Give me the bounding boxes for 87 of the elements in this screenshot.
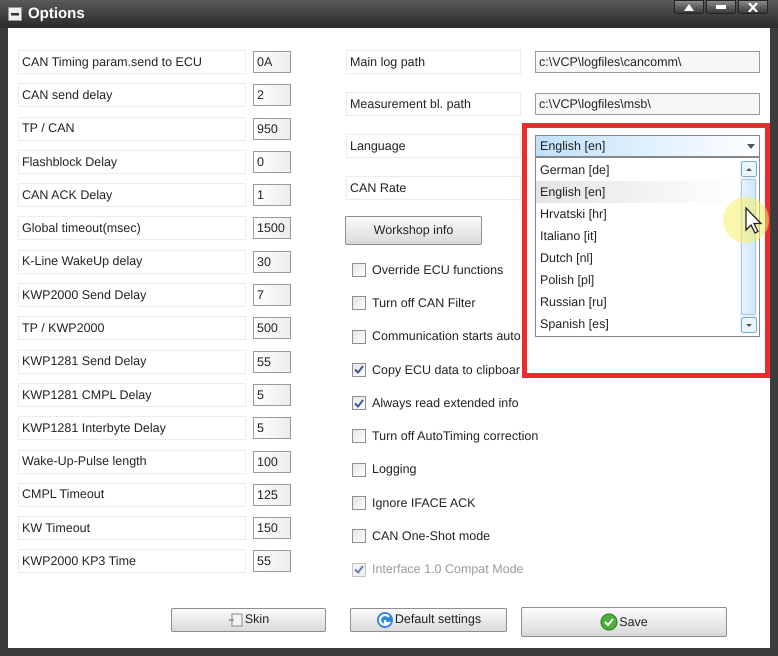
checkbox-label: Communication starts auto	[372, 328, 521, 346]
window-menu-icon[interactable]	[8, 7, 22, 21]
skin-button[interactable]: Skin	[171, 608, 326, 632]
field-label: Main log path	[346, 50, 521, 74]
field-label: Language	[346, 134, 521, 158]
field-label: CAN Timing param.send to ECU	[18, 50, 246, 74]
checkbox-label: Interface 1.0 Compat Mode	[372, 561, 524, 578]
checkbox-label: Override ECU functions	[372, 262, 504, 279]
minimize-icon	[716, 5, 726, 9]
dropdown-option[interactable]: Italiano [it]	[536, 225, 740, 247]
checkbox[interactable]	[352, 330, 366, 344]
checkbox[interactable]	[352, 529, 366, 544]
caret-icon	[747, 144, 755, 148]
checkmark-icon	[354, 365, 364, 374]
number-field[interactable]: 1500	[253, 217, 291, 240]
number-field[interactable]: 55	[253, 550, 291, 572]
minimize-button[interactable]	[706, 0, 736, 14]
field-label: Wake-Up-Pulse length	[18, 450, 246, 474]
number-field[interactable]: 150	[253, 517, 291, 540]
dropdown-option[interactable]: Polish [pl]	[536, 269, 740, 291]
workshop-info-button[interactable]: Workshop info	[345, 216, 482, 245]
window-title: Options	[28, 4, 85, 24]
number-field[interactable]: 1	[253, 184, 291, 206]
checkbox[interactable]	[352, 462, 366, 477]
number-field[interactable]: 7	[253, 284, 291, 306]
number-field[interactable]: 500	[253, 317, 291, 340]
close-icon	[748, 2, 758, 12]
checkmark-icon	[600, 613, 618, 631]
number-field[interactable]: 950	[253, 118, 291, 140]
checkbox-label: Copy ECU data to clipboar	[372, 362, 520, 379]
number-field[interactable]: 30	[253, 250, 291, 273]
checkbox-label: Turn off CAN Filter	[372, 294, 476, 312]
field-label: TP / CAN	[18, 116, 246, 141]
dropdown-option[interactable]: German [de]	[536, 159, 740, 181]
field-label: KW Timeout	[18, 516, 246, 540]
default-settings-button[interactable]: Default settings	[350, 608, 507, 632]
close-button[interactable]	[738, 0, 768, 14]
field-label: Measurement bl. path	[346, 92, 521, 116]
dropdown-option[interactable]: Russian [ru]	[536, 291, 740, 313]
dropdown-option[interactable]: Dutch [nl]	[536, 247, 740, 269]
checkbox[interactable]	[352, 396, 366, 410]
checkbox-label: Logging	[372, 461, 416, 478]
triangle-up-icon	[684, 4, 694, 10]
field-label: KWP2000 KP3 Time	[18, 549, 246, 574]
number-field[interactable]: 100	[253, 450, 291, 473]
checkbox-label: Ignore IFACE ACK	[372, 494, 476, 512]
refresh-icon	[376, 610, 394, 628]
language-dropdown[interactable]: English [en]	[535, 135, 760, 157]
field-label: K-Line WakeUp delay	[18, 250, 246, 274]
path-field[interactable]: c:\VCP\logfiles\cancomm\	[535, 51, 760, 73]
checkbox[interactable]	[352, 296, 366, 310]
field-label: CMPL Timeout	[18, 482, 246, 507]
checkbox[interactable]	[352, 496, 366, 510]
field-label: KWP1281 CMPL Delay	[18, 382, 246, 407]
field-label: KWP1281 Interbyte Delay	[18, 416, 246, 440]
checkmark-icon	[354, 565, 364, 574]
path-field[interactable]: c:\VCP\logfiles\msb\	[535, 93, 760, 115]
field-label: KWP1281 Send Delay	[18, 350, 246, 374]
scroll-up-icon[interactable]	[740, 161, 756, 177]
save-button[interactable]: Save	[521, 607, 727, 637]
checkbox-label: Always read extended info	[372, 394, 519, 412]
field-label: Flashblock Delay	[18, 150, 246, 174]
checkbox[interactable]	[352, 263, 366, 277]
checkmark-icon	[354, 398, 364, 408]
number-field[interactable]: 0	[253, 150, 291, 173]
scroll-down-icon[interactable]	[740, 317, 756, 333]
dropdown-option[interactable]: Hrvatski [hr]	[536, 203, 740, 225]
checkbox-label: Turn off AutoTiming correction	[372, 428, 538, 446]
dropdown-option[interactable]: Spanish [es]	[536, 313, 740, 335]
number-field[interactable]: 125	[253, 484, 291, 506]
scrollbar[interactable]	[740, 161, 757, 333]
number-field[interactable]: 5	[253, 384, 291, 406]
number-field[interactable]: 5	[253, 417, 291, 440]
number-field[interactable]: 55	[253, 350, 291, 373]
checkbox[interactable]	[352, 429, 366, 444]
field-label: KWP2000 Send Delay	[18, 283, 246, 308]
number-field[interactable]: 0A	[253, 51, 291, 73]
maximize-button[interactable]	[674, 0, 704, 14]
window-icon	[228, 612, 244, 628]
field-label: CAN Rate	[346, 176, 521, 200]
number-field[interactable]: 2	[253, 84, 291, 106]
field-label: TP / KWP2000	[18, 316, 246, 340]
checkbox-label: CAN One-Shot mode	[372, 528, 490, 545]
field-label: Global timeout(msec)	[18, 216, 246, 240]
checkbox[interactable]	[352, 362, 366, 377]
field-label: CAN send delay	[18, 83, 246, 108]
field-label: CAN ACK Delay	[18, 183, 246, 208]
